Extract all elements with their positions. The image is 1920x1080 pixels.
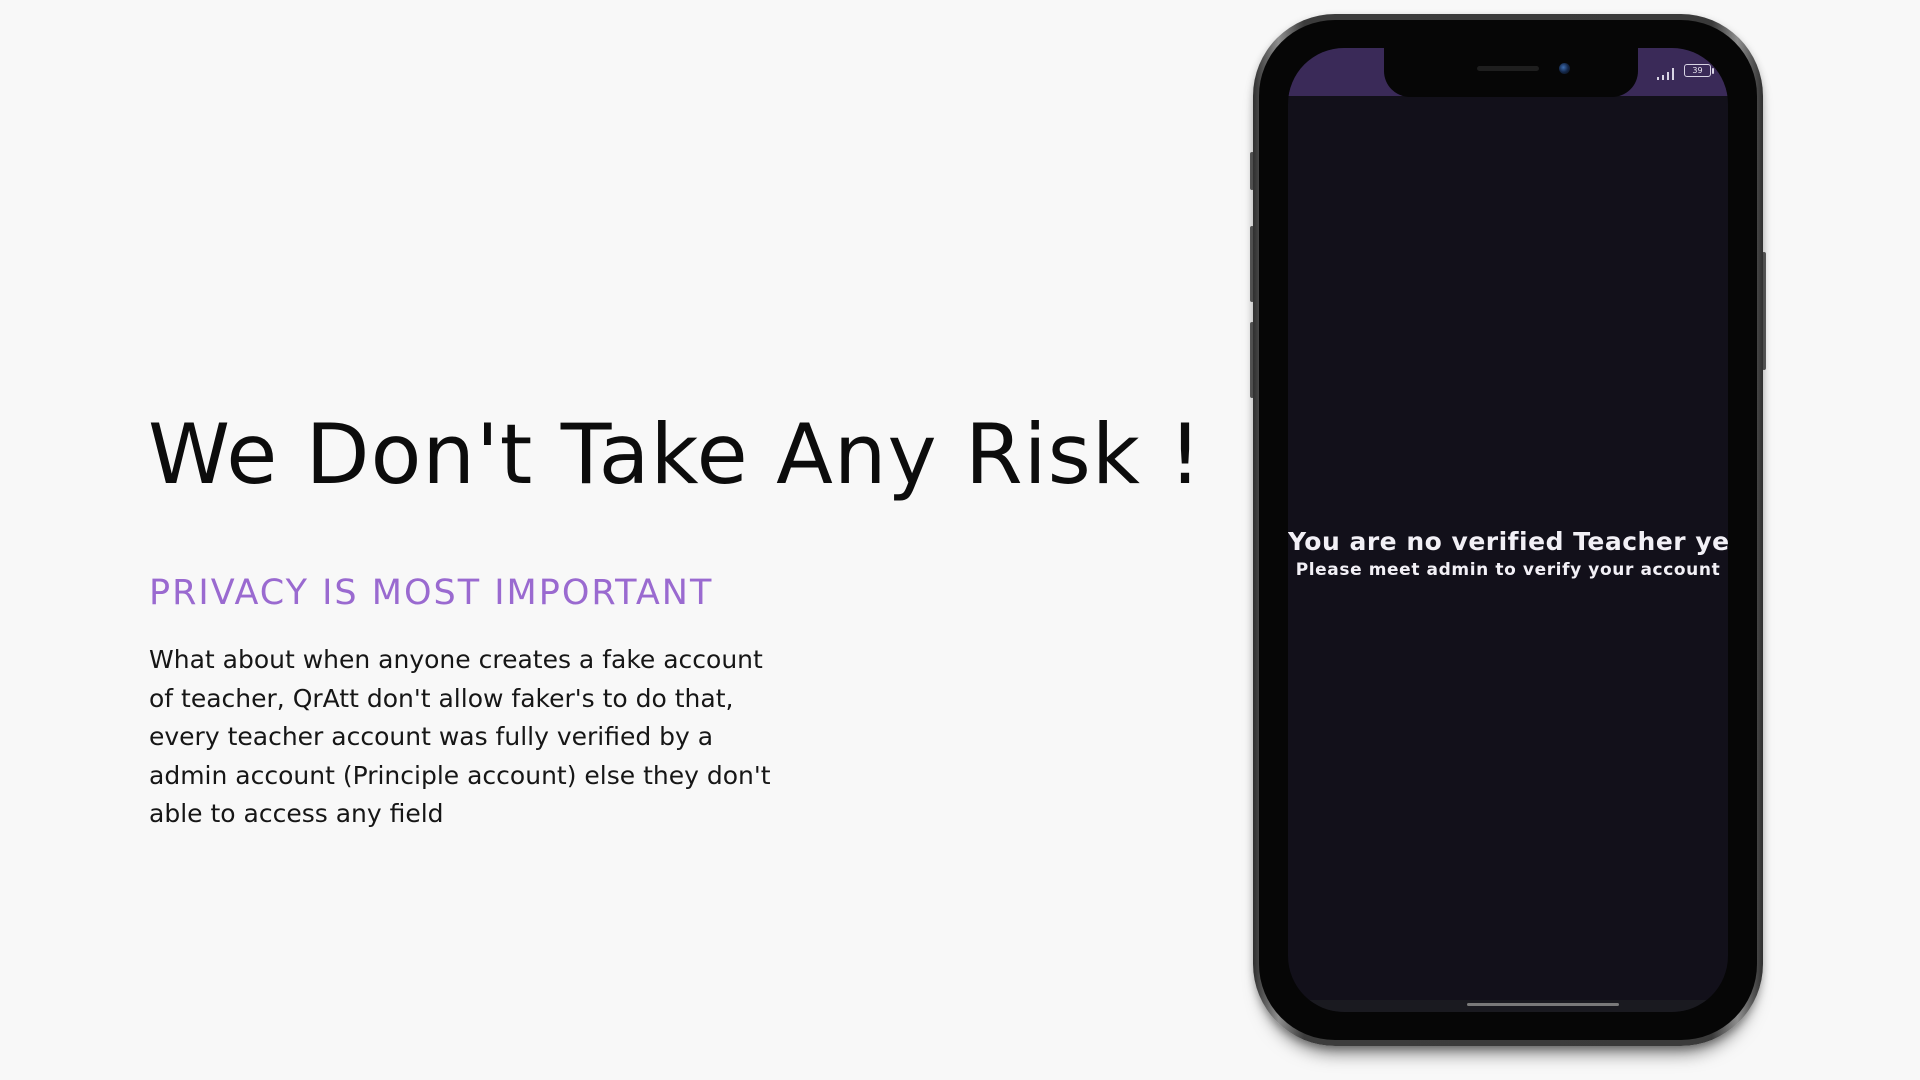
signal-icon: [1657, 68, 1677, 80]
hero-description: What about when anyone creates a fake ac…: [149, 645, 771, 828]
phone-bezel: 39 You are no verified Teacher yet Pleas…: [1259, 20, 1757, 1040]
hero-title: We Don't Take Any Risk !: [148, 406, 1203, 503]
verification-message: You are no verified Teacher yet Please m…: [1288, 526, 1728, 582]
home-indicator[interactable]: [1467, 1003, 1619, 1006]
phone-mockup: 39 You are no verified Teacher yet Pleas…: [1250, 14, 1766, 1046]
phone-notch: [1384, 48, 1638, 97]
verification-subtitle: Please meet admin to verify your account: [1295, 560, 1721, 580]
screen-bottom-edge: [1288, 1000, 1728, 1012]
phone-frame: 39 You are no verified Teacher yet Pleas…: [1253, 14, 1763, 1046]
battery-level: 39: [1692, 66, 1703, 75]
hero-subtitle: PRIVACY IS MOST IMPORTANT: [149, 573, 714, 613]
battery-cap: [1712, 68, 1714, 74]
verification-title: You are no verified Teacher yet: [1288, 527, 1728, 556]
phone-screen: 39 You are no verified Teacher yet Pleas…: [1288, 48, 1728, 1012]
front-camera-icon: [1559, 63, 1570, 74]
battery-icon: 39: [1684, 64, 1711, 77]
speaker-grille: [1477, 66, 1539, 71]
